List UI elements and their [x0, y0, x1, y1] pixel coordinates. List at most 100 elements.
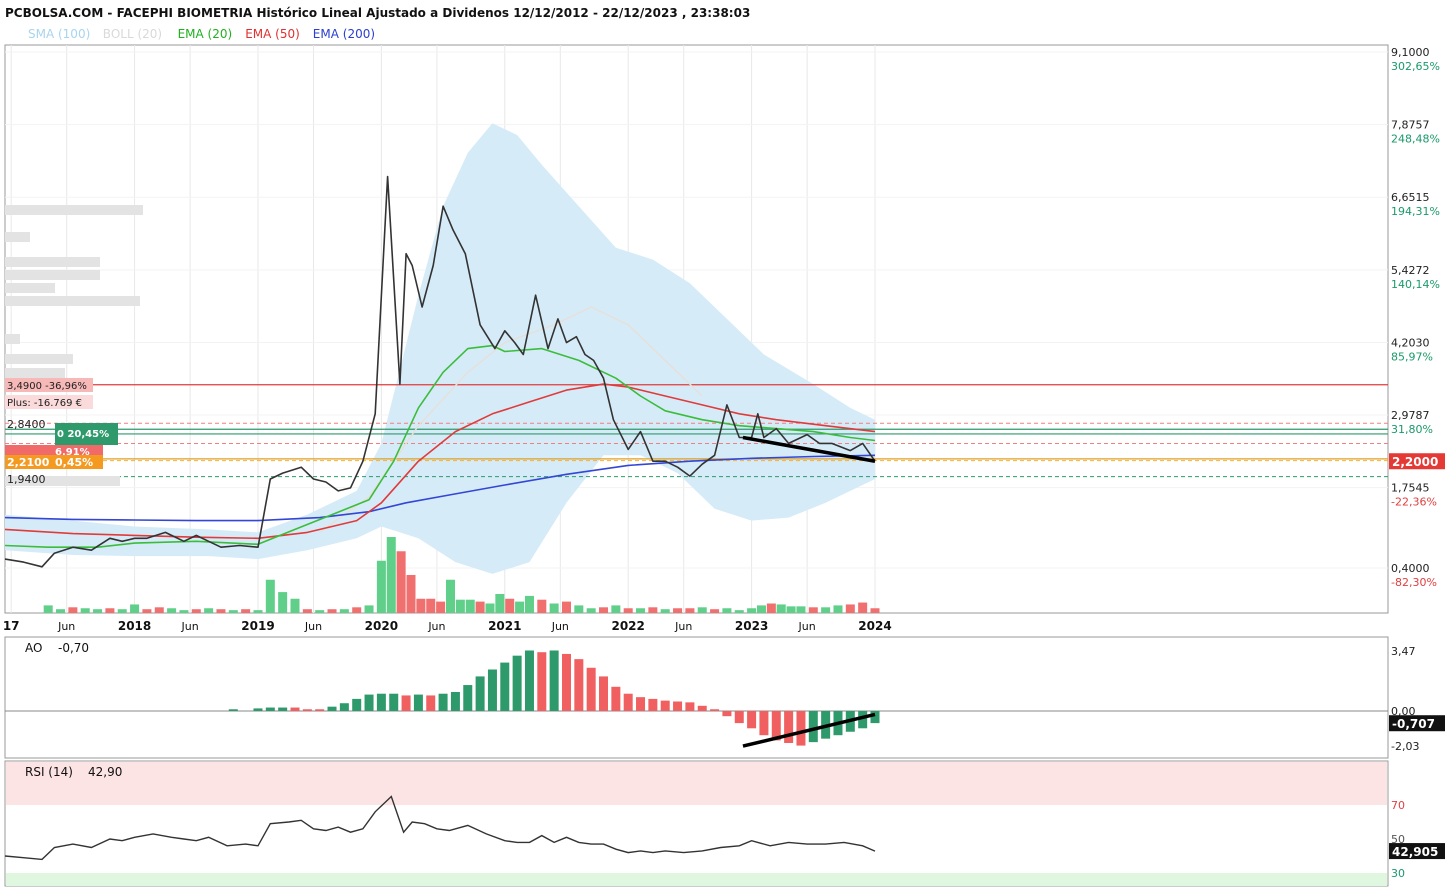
ao-value: -0,70	[58, 641, 89, 655]
volume-bar	[278, 592, 288, 613]
volume-bar	[636, 608, 646, 613]
ao-bar	[364, 694, 374, 711]
volume-bar	[68, 607, 78, 613]
ao-bar	[673, 701, 683, 711]
volume-profile-bar	[5, 232, 30, 242]
ao-bar	[278, 707, 288, 711]
volume-bar	[611, 605, 621, 613]
ao-bar	[253, 708, 263, 711]
ao-bar	[623, 693, 633, 711]
volume-bar	[228, 610, 238, 613]
volume-bar	[93, 609, 103, 613]
ao-bar	[599, 676, 609, 711]
volume-bar	[586, 608, 596, 613]
volume-bar	[537, 599, 547, 613]
volume-bar	[549, 603, 559, 613]
volume-profile-bar	[5, 368, 65, 378]
volume-bar	[241, 609, 251, 613]
rsi-oversold-zone	[6, 873, 1387, 886]
volume-bar	[776, 604, 786, 613]
rsi-title: RSI (14)	[25, 765, 73, 779]
ao-bar	[574, 659, 584, 711]
ao-bar	[327, 706, 337, 711]
volume-bar	[515, 601, 525, 613]
volume-bar	[648, 607, 658, 613]
x-tick-label: 2022	[611, 619, 644, 633]
volume-bar	[406, 575, 416, 613]
volume-bar	[191, 609, 201, 613]
ao-bar	[339, 703, 349, 711]
volume-bar	[204, 608, 214, 613]
legend-entry: BOLL (20)	[103, 27, 162, 41]
ao-bar	[352, 698, 362, 711]
volume-bar	[130, 604, 140, 613]
ao-bar	[697, 705, 707, 711]
volume-bar	[561, 601, 571, 613]
ao-bar	[734, 711, 744, 724]
ao-current-label: -0,707	[1392, 717, 1435, 731]
volume-bar	[697, 607, 707, 613]
x-tick-label: Jun	[798, 620, 816, 633]
price-tick-pct: -22,36%	[1391, 496, 1437, 509]
volume-bar	[396, 551, 406, 613]
volume-bar	[426, 598, 436, 613]
price-tick-pct: 85,97%	[1391, 350, 1433, 363]
volume-bar	[302, 609, 312, 613]
volume-profile-bar	[5, 296, 140, 306]
ao-bar	[290, 707, 300, 711]
volume-bar	[858, 602, 868, 613]
volume-bar	[833, 605, 843, 613]
volume-bar	[870, 608, 880, 613]
ao-bar	[450, 691, 460, 711]
x-tick-label: 2024	[858, 619, 891, 633]
volume-bar	[660, 609, 670, 613]
ao-bar	[302, 709, 312, 711]
ao-bar	[710, 709, 720, 711]
x-tick-label: Jun	[551, 620, 569, 633]
ao-bar	[611, 686, 621, 711]
volume-bar	[495, 594, 505, 613]
volume-bar	[80, 608, 90, 613]
legend-entry: EMA (50)	[245, 27, 300, 41]
volume-bar	[808, 607, 818, 613]
price-chart-svg: 3,4900 -36,96% Plus: -16.769 € 2,8400 0 20,…	[3, 6, 1445, 887]
volume-profile-bar	[5, 283, 55, 293]
volume-bar	[167, 608, 177, 613]
x-tick-label: Jun	[427, 620, 445, 633]
price-tick-pct: 302,65%	[1391, 60, 1440, 73]
volume-profile-bar	[5, 257, 100, 267]
volume-profile-bar	[5, 270, 100, 280]
price-tick-label: 1,7545	[1391, 482, 1430, 495]
volume-bar	[599, 607, 609, 613]
volume-bar	[105, 608, 115, 613]
volume-bar	[315, 610, 325, 613]
ao-bar	[265, 707, 275, 711]
ao-bar	[438, 693, 448, 711]
volume-bar	[416, 598, 426, 613]
price-tick-label: 5,4272	[1391, 264, 1430, 277]
volume-bar	[290, 598, 300, 613]
orange-level-value: 2,2100	[7, 456, 50, 469]
volume-bar	[339, 609, 349, 613]
price-tick-label: 2,9787	[1391, 409, 1430, 422]
volume-bar	[475, 601, 485, 613]
ao-bar	[463, 685, 473, 711]
volume-bar	[786, 606, 796, 613]
volume-bar	[845, 604, 855, 613]
price-tick-pct: 140,14%	[1391, 278, 1440, 291]
ao-bar	[487, 669, 497, 711]
volume-bar	[524, 595, 534, 613]
price-tick-label: 4,2030	[1391, 336, 1430, 349]
volume-bar	[445, 579, 455, 613]
volume-bar	[673, 608, 683, 613]
chart-container: 3,4900 -36,96% Plus: -16.769 € 2,8400 0 20,…	[0, 0, 1454, 891]
x-tick-label: 2018	[118, 619, 151, 633]
ao-bar	[808, 711, 818, 743]
legend-entry: EMA (20)	[178, 27, 233, 41]
x-tick-label: 2023	[735, 619, 768, 633]
volume-bar	[154, 607, 164, 613]
ao-bar	[549, 650, 559, 711]
ao-bar	[722, 711, 732, 717]
ao-bar	[500, 662, 510, 711]
ao-bar	[796, 711, 806, 746]
